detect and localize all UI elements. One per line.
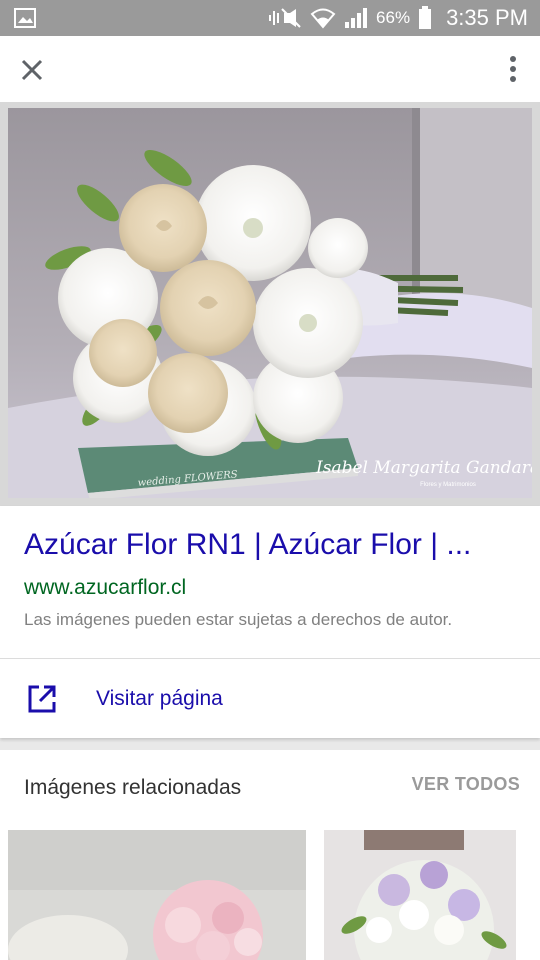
watermark-text: Isabel Margarita Gandara bbox=[315, 458, 532, 478]
visit-page-button[interactable]: Visitar página bbox=[0, 659, 540, 738]
more-vert-icon[interactable] bbox=[506, 54, 520, 84]
gallery-icon bbox=[14, 8, 36, 28]
open-in-new-icon bbox=[28, 685, 56, 713]
battery-percent: 66% bbox=[376, 8, 411, 27]
related-images-section: Imágenes relacionadas VER TODOS bbox=[0, 750, 540, 960]
status-bar: 66% 3:35 PM bbox=[0, 0, 540, 36]
wifi-icon bbox=[310, 8, 336, 29]
copyright-notice: Las imágenes pueden estar sujetas a dere… bbox=[24, 610, 453, 629]
see-all-link[interactable]: VER TODOS bbox=[412, 774, 520, 795]
clock: 3:35 PM bbox=[446, 5, 528, 30]
watermark-subtext: Flores y Matrimonios bbox=[420, 482, 476, 488]
related-images-title: Imágenes relacionadas bbox=[24, 776, 242, 799]
related-thumbnail[interactable] bbox=[8, 830, 306, 960]
mute-icon bbox=[269, 8, 301, 28]
related-thumbnail[interactable] bbox=[324, 830, 516, 960]
close-icon[interactable] bbox=[18, 56, 46, 84]
result-info-card: Azúcar Flor RN1 | Azúcar Flor | ... www.… bbox=[0, 506, 540, 738]
result-title[interactable]: Azúcar Flor RN1 | Azúcar Flor | ... bbox=[24, 528, 516, 562]
image-viewer: Isabel Margarita Gandara Flores y Matrim… bbox=[0, 102, 540, 506]
battery-icon bbox=[419, 6, 432, 29]
top-app-bar bbox=[0, 36, 540, 102]
visit-page-label: Visitar página bbox=[96, 687, 223, 710]
result-url: www.azucarflor.cl bbox=[24, 576, 187, 599]
bouquet-photo[interactable]: Isabel Margarita Gandara Flores y Matrim… bbox=[8, 108, 532, 498]
signal-icon bbox=[345, 8, 368, 28]
